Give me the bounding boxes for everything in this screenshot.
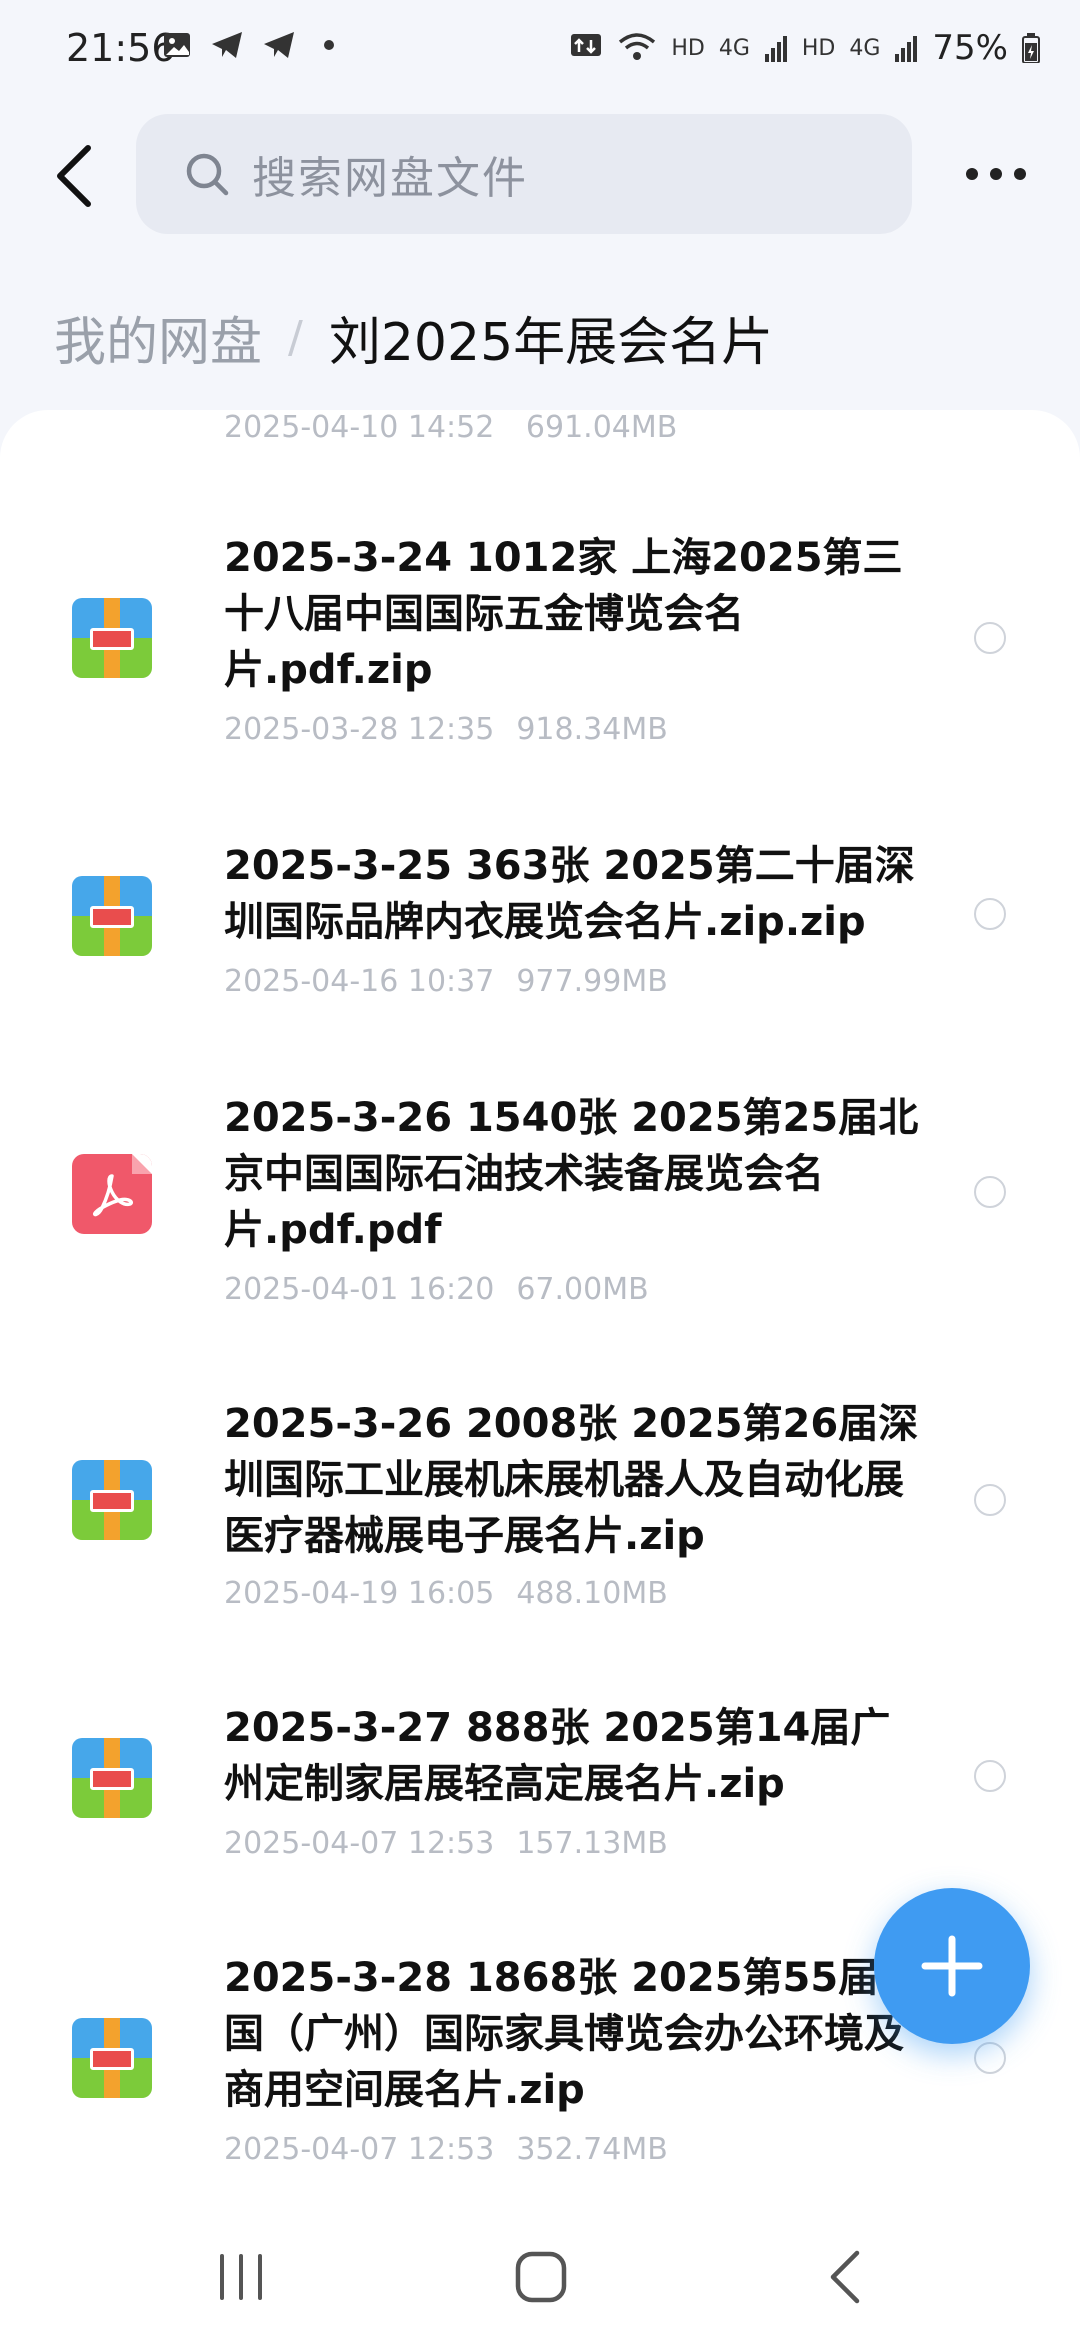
file-name: 2025-3-26 2008张 2025第26届深圳国际工业展机床展机器人及自动… bbox=[224, 1401, 919, 1559]
system-nav-bar bbox=[0, 2210, 1080, 2340]
file-name: 2025-3-25 363张 2025第二十届深圳国际品牌内衣展览会名片.zip… bbox=[224, 843, 915, 945]
search-icon bbox=[184, 151, 230, 197]
recent-apps-icon bbox=[220, 2254, 262, 2300]
file-name: 2025-3-28 1868张 2025第55届中国（广州）国际家具博览会办公环… bbox=[224, 1955, 919, 2113]
more-options-button[interactable] bbox=[966, 154, 1026, 194]
hd-label: HD bbox=[671, 35, 705, 61]
battery-charging-icon bbox=[1022, 33, 1040, 63]
zip-file-icon bbox=[72, 1738, 152, 1818]
partial-item-meta: 2025-04-10 14:52 691.04MB bbox=[224, 410, 677, 445]
file-size: 918.34MB bbox=[516, 712, 668, 747]
select-radio[interactable] bbox=[974, 898, 1006, 930]
file-size: 352.74MB bbox=[516, 2132, 668, 2167]
data-transfer-icon bbox=[571, 34, 602, 56]
signal-icon bbox=[895, 36, 918, 62]
zip-file-icon bbox=[72, 876, 152, 956]
dot bbox=[1014, 168, 1026, 180]
file-date: 2025-04-10 14:52 bbox=[224, 410, 495, 445]
select-radio[interactable] bbox=[974, 622, 1006, 654]
add-button[interactable] bbox=[874, 1888, 1030, 2044]
select-radio[interactable] bbox=[974, 1484, 1006, 1516]
plus-icon bbox=[921, 1935, 983, 1997]
file-date: 2025-03-28 12:35 bbox=[224, 712, 495, 747]
select-radio[interactable] bbox=[974, 2042, 1006, 2074]
search-input[interactable]: 搜索网盘文件 bbox=[136, 114, 912, 234]
file-meta: 2025-04-07 12:53 157.13MB bbox=[224, 1826, 668, 1861]
file-date: 2025-04-19 16:05 bbox=[224, 1576, 495, 1611]
file-meta: 2025-04-16 10:37 977.99MB bbox=[224, 964, 668, 999]
select-radio[interactable] bbox=[974, 1760, 1006, 1792]
telegram-icon bbox=[212, 32, 242, 58]
pdf-file-icon bbox=[72, 1154, 152, 1234]
file-size: 977.99MB bbox=[516, 964, 668, 999]
breadcrumb-root[interactable]: 我的网盘 bbox=[54, 300, 262, 375]
breadcrumb: 我的网盘 / 刘2025年展会名片 bbox=[54, 300, 773, 375]
search-placeholder: 搜索网盘文件 bbox=[252, 153, 528, 204]
hd-label: HD bbox=[801, 35, 836, 61]
more-notifications-dot bbox=[324, 40, 334, 50]
network-label: 4G bbox=[718, 35, 750, 61]
zip-file-icon bbox=[72, 598, 152, 678]
breadcrumb-current: 刘2025年展会名片 bbox=[328, 313, 774, 373]
wifi-icon bbox=[619, 33, 656, 60]
file-meta: 2025-04-01 16:20 67.00MB bbox=[224, 1272, 649, 1307]
file-date: 2025-04-16 10:37 bbox=[224, 964, 495, 999]
dot bbox=[990, 168, 1002, 180]
file-row[interactable]: 2025-3-26 2008张 2025第26届深圳国际工业展机床展机器人及自动… bbox=[0, 1396, 1080, 1636]
file-name: 2025-3-27 888张 2025第14届广州定制家居展轻高定展名片.zip bbox=[224, 1705, 891, 1807]
breadcrumb-separator: / bbox=[288, 312, 303, 363]
zip-file-icon bbox=[72, 1460, 152, 1540]
recent-apps-button[interactable] bbox=[196, 2242, 286, 2312]
file-meta: 2025-04-07 12:53 352.74MB bbox=[224, 2132, 668, 2167]
clock: 21:56 bbox=[66, 26, 176, 70]
back-nav-button[interactable] bbox=[800, 2242, 890, 2312]
file-row[interactable]: 2025-3-26 1540张 2025第25届北京中国国际石油技术装备展览会名… bbox=[0, 1090, 1080, 1330]
file-size: 488.10MB bbox=[516, 1576, 668, 1611]
file-size: 157.13MB bbox=[516, 1826, 668, 1861]
status-bar: 21:56 HD 4G HD 4G 75% bbox=[0, 0, 1080, 100]
file-date: 2025-04-07 12:53 bbox=[224, 2132, 495, 2167]
file-size: 67.00MB bbox=[516, 1272, 649, 1307]
home-icon bbox=[515, 2251, 567, 2303]
battery-level: 75% bbox=[932, 28, 1008, 68]
signal-icon bbox=[764, 36, 787, 62]
system-status: HD 4G HD 4G 75% bbox=[569, 28, 1040, 68]
image-icon bbox=[164, 33, 190, 57]
home-button[interactable] bbox=[496, 2242, 586, 2312]
file-name: 2025-3-24 1012家 上海2025第三十八届中国国际五金博览会名片.p… bbox=[224, 535, 903, 693]
zip-file-icon bbox=[72, 2018, 152, 2098]
notification-icons bbox=[162, 30, 334, 60]
file-row[interactable]: 2025-3-25 363张 2025第二十届深圳国际品牌内衣展览会名片.zip… bbox=[0, 838, 1080, 1018]
file-row[interactable]: 2025-3-27 888张 2025第14届广州定制家居展轻高定展名片.zip… bbox=[0, 1700, 1080, 1880]
top-bar: 搜索网盘文件 bbox=[0, 110, 1080, 240]
file-date: 2025-04-01 16:20 bbox=[224, 1272, 495, 1307]
chevron-left-icon bbox=[57, 145, 91, 207]
file-date: 2025-04-07 12:53 bbox=[224, 1826, 495, 1861]
file-size: 691.04MB bbox=[525, 410, 678, 445]
network-label: 4G bbox=[849, 35, 881, 61]
file-meta: 2025-03-28 12:35 918.34MB bbox=[224, 712, 668, 747]
dot bbox=[966, 168, 978, 180]
telegram-icon bbox=[264, 32, 294, 58]
select-radio[interactable] bbox=[974, 1176, 1006, 1208]
back-icon bbox=[830, 2250, 860, 2304]
file-row[interactable]: 2025-3-24 1012家 上海2025第三十八届中国国际五金博览会名片.p… bbox=[0, 530, 1080, 770]
back-button[interactable] bbox=[44, 138, 104, 214]
file-meta: 2025-04-19 16:05 488.10MB bbox=[224, 1576, 668, 1611]
file-name: 2025-3-26 1540张 2025第25届北京中国国际石油技术装备展览会名… bbox=[224, 1095, 919, 1253]
